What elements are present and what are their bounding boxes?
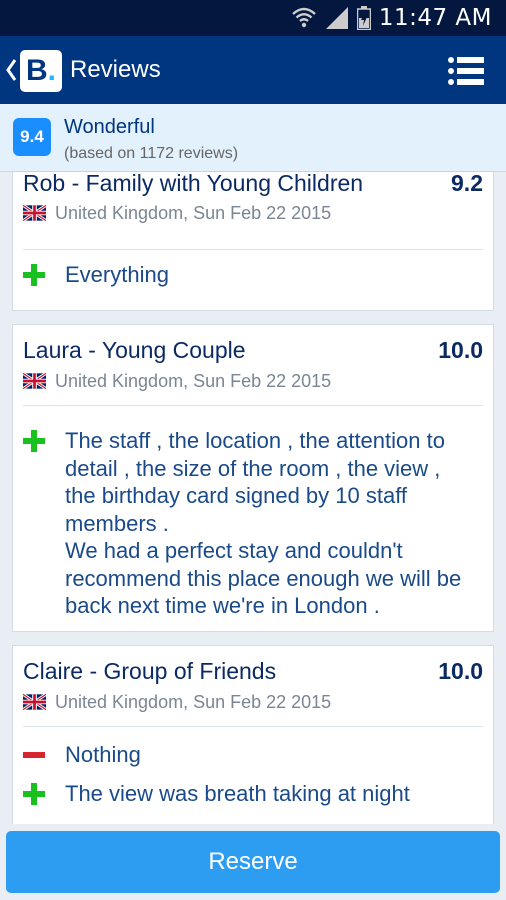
positive-text-line: We had a perfect stay and couldn't	[65, 538, 403, 563]
positive-comment: Everything	[23, 261, 485, 289]
menu-list-icon[interactable]	[448, 57, 484, 85]
reviewer-name: Laura - Young Couple	[23, 337, 246, 363]
positive-text: Everything	[65, 262, 169, 287]
rating-summary: 9.4 Wonderful (based on 1172 reviews)	[0, 104, 506, 172]
status-time: 11:47 AM	[378, 5, 492, 31]
reviews-list[interactable]: Rob - Family with Young Children 9.2 Uni…	[0, 172, 506, 824]
review-card: Rob - Family with Young Children 9.2 Uni…	[12, 172, 494, 311]
negative-comment: Nothing	[23, 741, 485, 769]
divider	[23, 726, 483, 727]
logo-dot: .	[47, 54, 56, 87]
review-score: 9.2	[451, 172, 483, 196]
review-count: (based on 1172 reviews)	[64, 145, 239, 162]
positive-text: The view was breath taking at night	[65, 781, 410, 806]
divider	[23, 249, 483, 250]
overall-score-badge: 9.4	[13, 118, 51, 156]
booking-logo[interactable]: B.	[20, 50, 62, 92]
reserve-button[interactable]: Reserve	[6, 831, 500, 893]
review-meta: United Kingdom, Sun Feb 22 2015	[23, 370, 331, 392]
uk-flag-icon	[23, 373, 46, 389]
negative-text: Nothing	[65, 742, 141, 767]
review-card: Claire - Group of Friends 10.0 United Ki…	[12, 645, 494, 824]
bottom-bar: Reserve	[0, 824, 506, 900]
plus-icon	[23, 430, 45, 452]
positive-comment: The staff , the location , the attention…	[23, 427, 485, 620]
review-location-date: United Kingdom, Sun Feb 22 2015	[55, 370, 332, 391]
positive-text-line: detail , the size of the room , the view…	[65, 455, 441, 481]
plus-icon	[23, 264, 45, 286]
back-chevron-icon[interactable]	[5, 56, 17, 84]
battery-icon	[356, 6, 371, 30]
review-score: 10.0	[438, 658, 483, 684]
minus-icon	[23, 752, 45, 758]
review-location-date: United Kingdom, Sun Feb 22 2015	[55, 691, 332, 712]
review-card: Laura - Young Couple 10.0 United Kingdom…	[12, 324, 494, 632]
page-title: Reviews	[70, 56, 161, 83]
positive-text-line: members .	[65, 510, 169, 536]
positive-text: The staff , the location , the attention…	[65, 427, 461, 620]
plus-icon	[23, 783, 45, 805]
review-location-date: United Kingdom, Sun Feb 22 2015	[55, 202, 332, 223]
positive-text-line: back next time we're in London .	[65, 593, 380, 618]
reviewer-name: Claire - Group of Friends	[23, 658, 277, 684]
positive-text-line: recommend this place enough we will be	[65, 565, 462, 591]
rating-label: Wonderful	[64, 116, 155, 138]
signal-icon	[325, 7, 348, 29]
logo-letter: B	[25, 54, 48, 87]
review-meta: United Kingdom, Sun Feb 22 2015	[23, 691, 331, 713]
review-score: 10.0	[438, 337, 483, 363]
reviewer-name: Rob - Family with Young Children	[23, 172, 364, 196]
app-bar: B. Reviews	[0, 36, 506, 104]
uk-flag-icon	[23, 205, 46, 221]
positive-text-line: The staff , the location , the attention…	[65, 428, 445, 453]
divider	[23, 405, 483, 406]
status-icons: 11:47 AM	[291, 0, 492, 36]
review-meta: United Kingdom, Sun Feb 22 2015	[23, 202, 331, 224]
status-bar: 11:47 AM	[0, 0, 506, 36]
uk-flag-icon	[23, 694, 46, 710]
wifi-icon	[292, 7, 316, 28]
positive-comment: The view was breath taking at night	[23, 780, 485, 808]
positive-text-line: the birthday card signed by 10 staff	[65, 483, 408, 508]
